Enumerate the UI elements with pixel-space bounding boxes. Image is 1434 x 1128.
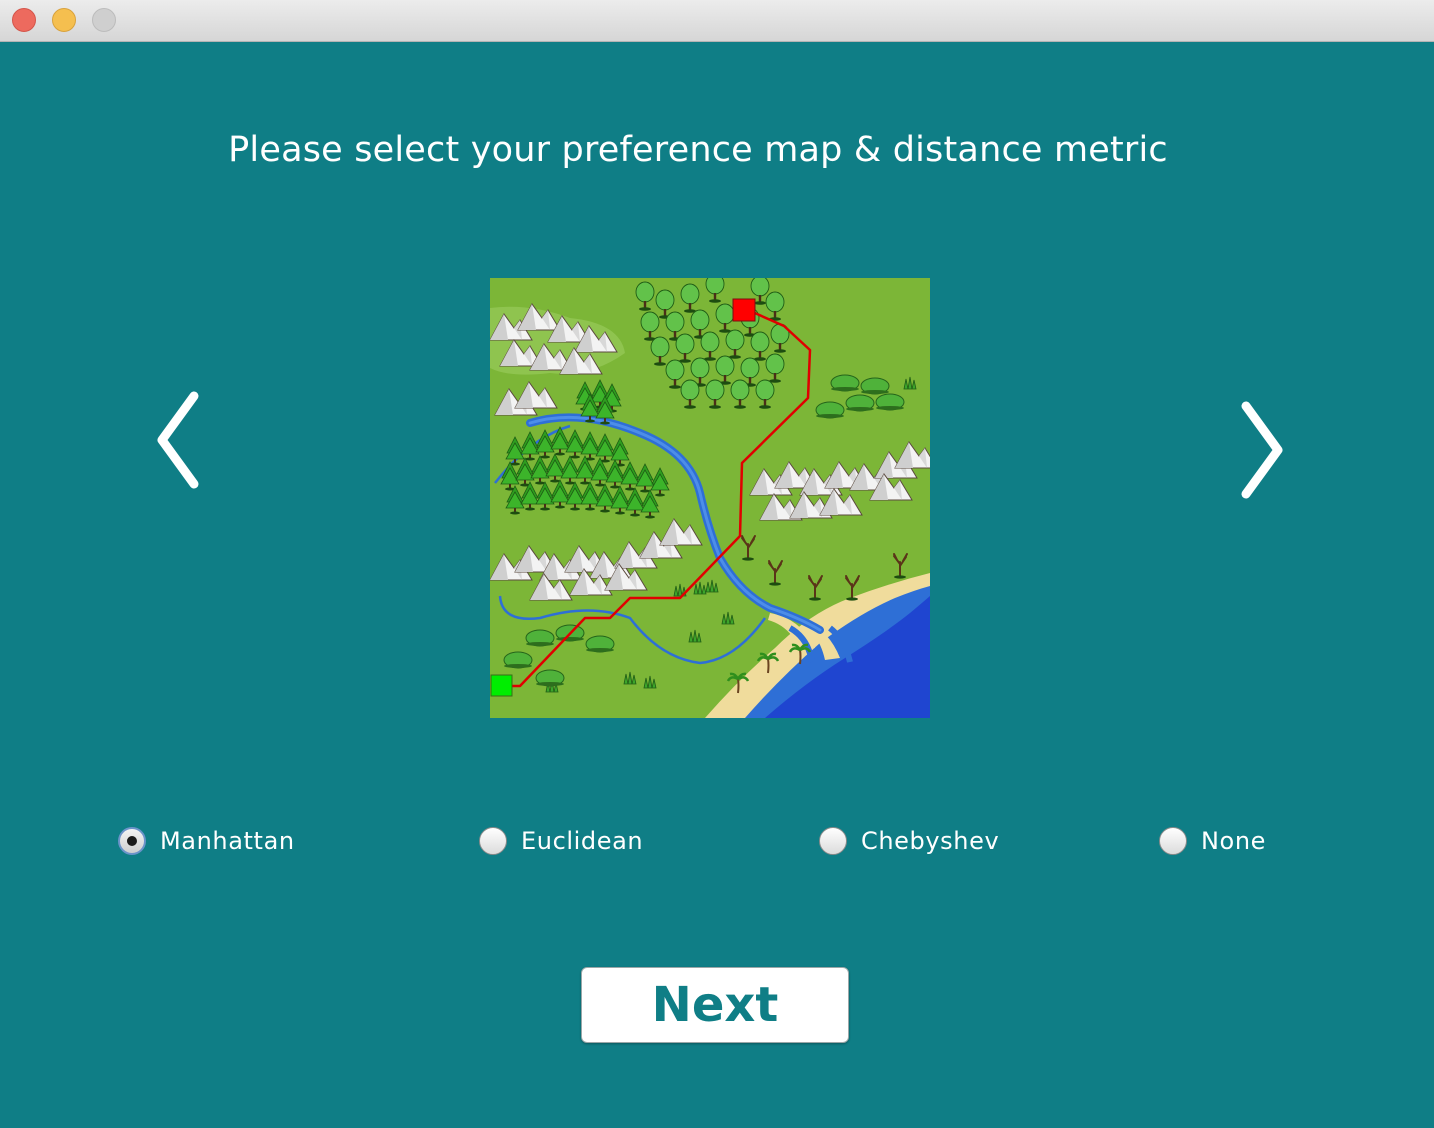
map-preview bbox=[490, 278, 930, 718]
radio-button-none[interactable] bbox=[1159, 827, 1187, 855]
close-window-button[interactable] bbox=[12, 8, 36, 32]
radio-button-chebyshev[interactable] bbox=[819, 827, 847, 855]
window-titlebar bbox=[0, 0, 1434, 42]
goal-marker bbox=[732, 298, 756, 322]
radio-button-manhattan[interactable] bbox=[118, 827, 146, 855]
radio-euclidean[interactable]: Euclidean bbox=[479, 823, 643, 859]
radio-chebyshev[interactable]: Chebyshev bbox=[819, 823, 999, 859]
radio-none[interactable]: None bbox=[1159, 823, 1266, 859]
radio-label-chebyshev: Chebyshev bbox=[861, 827, 1000, 855]
previous-map-button[interactable] bbox=[148, 388, 212, 498]
next-button[interactable]: Next bbox=[581, 967, 849, 1043]
next-map-button[interactable] bbox=[1232, 398, 1296, 508]
radio-label-none: None bbox=[1201, 827, 1267, 855]
radio-manhattan[interactable]: Manhattan bbox=[118, 823, 295, 859]
chevron-left-icon bbox=[157, 391, 199, 489]
radio-label-euclidean: Euclidean bbox=[521, 827, 644, 855]
radio-label-manhattan: Manhattan bbox=[160, 827, 295, 855]
radio-button-euclidean[interactable] bbox=[479, 827, 507, 855]
page-title: Please select your preference map & dist… bbox=[228, 130, 1168, 170]
minimize-window-button[interactable] bbox=[52, 8, 76, 32]
zoom-window-button[interactable] bbox=[92, 8, 116, 32]
start-marker bbox=[490, 674, 513, 697]
chevron-right-icon bbox=[1241, 401, 1283, 499]
